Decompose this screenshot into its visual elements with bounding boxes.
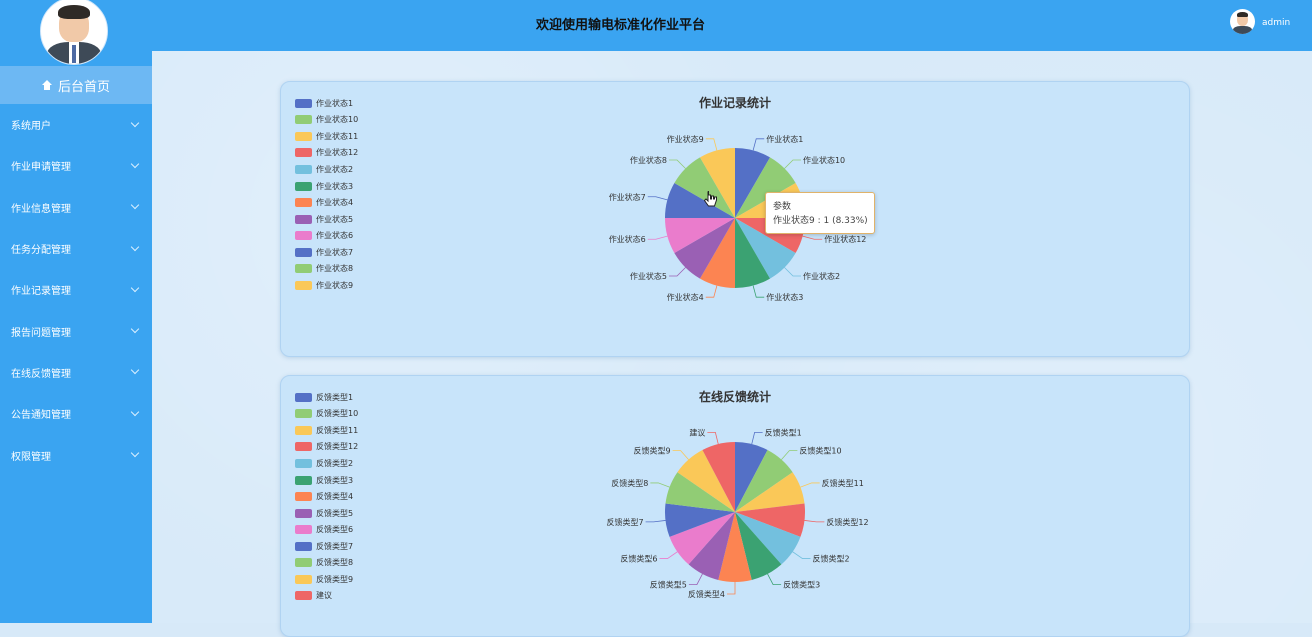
slice-label: 建议 bbox=[689, 427, 705, 437]
sidebar-item-label: 系统用户 bbox=[11, 121, 51, 133]
sidebar-item-label: 公告通知管理 bbox=[11, 410, 71, 422]
hand-cursor-icon bbox=[704, 191, 717, 207]
chevron-down-icon bbox=[130, 324, 140, 334]
user-name[interactable]: admin bbox=[1262, 18, 1290, 28]
slice-label: 反馈类型7 bbox=[607, 517, 644, 527]
slice-label: 反馈类型8 bbox=[611, 478, 648, 488]
slice-label: 作业状态1 bbox=[766, 134, 803, 144]
label-line bbox=[802, 235, 823, 240]
sidebar-item-permissions[interactable]: 权限管理 bbox=[0, 434, 152, 475]
slice-label: 作业状态12 bbox=[824, 234, 866, 244]
label-line bbox=[645, 520, 666, 523]
slice-label: 反馈类型11 bbox=[822, 478, 864, 488]
chart-panel-online-feedback: 在线反馈统计 反馈类型1 反馈类型10 反馈类型11 反馈类型12 反馈类型2 反馈类型3… bbox=[280, 375, 1190, 637]
chart-tooltip: 参数 作业状态9 : 1 (8.33%) bbox=[765, 192, 875, 234]
label-line bbox=[688, 573, 703, 586]
slice-label: 反馈类型6 bbox=[620, 554, 657, 564]
label-line bbox=[659, 551, 678, 559]
label-line bbox=[647, 196, 668, 201]
chart-panel-job-records: 作业记录统计 作业状态1 作业状态10 作业状态11 作业状态12 作业状态2 作业状态3… bbox=[280, 81, 1190, 357]
label-line bbox=[804, 520, 825, 523]
sidebar-item-label: 作业申请管理 bbox=[11, 162, 71, 174]
label-line bbox=[752, 138, 765, 151]
sidebar-avatar bbox=[40, 0, 108, 65]
sidebar-item-label: 作业信息管理 bbox=[11, 203, 71, 215]
label-line bbox=[781, 450, 798, 460]
sidebar-item-home[interactable]: 后台首页 bbox=[0, 66, 152, 104]
label-line bbox=[784, 267, 801, 277]
label-line bbox=[669, 267, 686, 277]
sidebar-item-job-application[interactable]: 作业申请管理 bbox=[0, 145, 152, 186]
sidebar-item-report-issues[interactable]: 报告问题管理 bbox=[0, 310, 152, 351]
label-line bbox=[705, 285, 718, 298]
slice-label: 反馈类型4 bbox=[688, 589, 725, 599]
label-line bbox=[707, 431, 719, 445]
label-line bbox=[792, 551, 811, 559]
label-line bbox=[669, 159, 686, 169]
chevron-down-icon bbox=[130, 407, 140, 416]
slice-label: 反馈类型3 bbox=[783, 580, 820, 590]
slice-label: 作业状态2 bbox=[803, 271, 840, 281]
sidebar-item-label: 在线反馈管理 bbox=[11, 368, 71, 380]
label-line bbox=[784, 159, 801, 169]
top-header: 欢迎使用输电标准化作业平台 bbox=[152, 0, 1312, 51]
sidebar-menu: 系统用户 作业申请管理 作业信息管理 任务分配管理 作业记录管理 报告问题管理 … bbox=[0, 104, 152, 476]
label-line bbox=[672, 450, 689, 460]
chevron-down-icon bbox=[130, 200, 140, 210]
sidebar-item-task-assignment[interactable]: 任务分配管理 bbox=[0, 228, 152, 269]
chevron-down-icon bbox=[130, 283, 140, 293]
chevron-down-icon bbox=[130, 448, 140, 458]
slice-label: 作业状态3 bbox=[766, 292, 803, 302]
slice-label: 作业状态6 bbox=[609, 234, 646, 244]
label-line bbox=[767, 573, 782, 586]
sidebar-item-label: 任务分配管理 bbox=[11, 245, 71, 257]
chevron-down-icon bbox=[130, 118, 140, 127]
chevron-down-icon bbox=[130, 159, 140, 169]
slice-label: 反馈类型10 bbox=[799, 446, 841, 456]
sidebar-item-label: 后台首页 bbox=[57, 79, 110, 95]
tooltip-title: 参数 bbox=[773, 202, 792, 212]
chevron-down-icon bbox=[130, 366, 140, 375]
sidebar-item-label: 作业记录管理 bbox=[11, 286, 71, 298]
avatar-image bbox=[40, 0, 108, 65]
tooltip-text: 作业状态9 : 1 (8.33%) bbox=[773, 216, 868, 226]
label-line bbox=[650, 482, 670, 488]
sidebar-item-label: 权限管理 bbox=[11, 451, 51, 463]
slice-label: 作业状态4 bbox=[667, 292, 704, 302]
slice-label: 反馈类型2 bbox=[812, 554, 849, 564]
page-title: 欢迎使用输电标准化作业平台 bbox=[536, 18, 706, 33]
sidebar-item-online-feedback[interactable]: 在线反馈管理 bbox=[0, 352, 152, 393]
home-icon bbox=[41, 80, 52, 90]
sidebar-item-announcements[interactable]: 公告通知管理 bbox=[0, 393, 152, 434]
sidebar-item-job-info[interactable]: 作业信息管理 bbox=[0, 187, 152, 228]
sidebar: 后台首页 系统用户 作业申请管理 作业信息管理 任务分配管理 作业记录管理 报告… bbox=[0, 0, 152, 623]
slice-label: 作业状态7 bbox=[609, 192, 646, 202]
slice-label: 作业状态10 bbox=[803, 155, 845, 165]
label-line bbox=[752, 285, 765, 298]
pie-chart: 反馈类型1反馈类型10反馈类型11反馈类型12反馈类型2反馈类型3反馈类型4反馈… bbox=[607, 427, 869, 599]
slice-label: 反馈类型12 bbox=[826, 517, 868, 527]
label-line bbox=[705, 138, 718, 151]
label-line bbox=[727, 582, 736, 595]
slice-label: 作业状态5 bbox=[630, 271, 667, 281]
sidebar-item-label: 报告问题管理 bbox=[11, 327, 71, 339]
sidebar-item-system-users[interactable]: 系统用户 bbox=[0, 104, 152, 145]
label-line bbox=[751, 431, 763, 445]
sidebar-item-job-records[interactable]: 作业记录管理 bbox=[0, 269, 152, 310]
slice-label: 反馈类型5 bbox=[650, 580, 687, 590]
slice-label: 反馈类型1 bbox=[765, 427, 802, 437]
user-avatar[interactable] bbox=[1230, 9, 1255, 34]
slice-label: 反馈类型9 bbox=[634, 446, 671, 456]
pie-chart: 作业状态1作业状态10作业状态11作业状态12作业状态2作业状态3作业状态4作业… bbox=[609, 134, 867, 302]
label-line bbox=[647, 235, 668, 240]
chevron-down-icon bbox=[130, 242, 140, 251]
label-line bbox=[800, 482, 820, 488]
slice-label: 作业状态8 bbox=[630, 155, 667, 165]
slice-label: 作业状态9 bbox=[667, 134, 704, 144]
